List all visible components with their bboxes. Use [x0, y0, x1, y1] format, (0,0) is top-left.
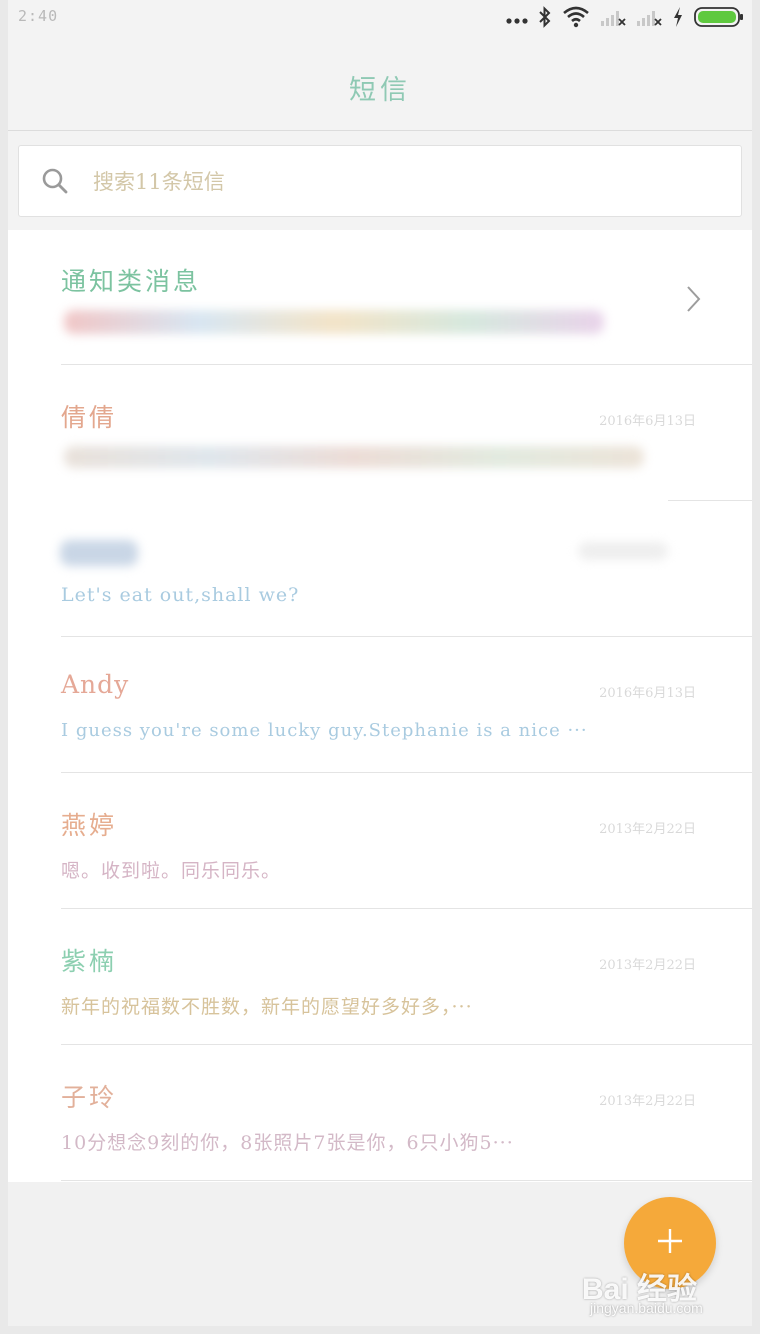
- message-date: 2013年2月22日: [599, 958, 696, 973]
- message-date: 2013年2月22日: [599, 822, 696, 837]
- watermark-url: jingyan.baidu.com: [590, 1300, 703, 1316]
- list-item[interactable]: Andy 2016年6月13日 I guess you're some luck…: [8, 638, 752, 773]
- signal-no-service-icon: [600, 7, 626, 31]
- message-preview: I guess you're some lucky guy.Stephanie …: [61, 720, 588, 741]
- contact-name: 通知类消息: [61, 267, 202, 296]
- list-item[interactable]: 倩倩 2016年6月13日: [8, 366, 752, 501]
- contact-name: 倩倩: [61, 403, 118, 432]
- more-dots-icon: [506, 10, 528, 29]
- search-bar[interactable]: [18, 145, 742, 217]
- battery-icon: [694, 6, 744, 32]
- message-date: 2016年6月13日: [599, 686, 696, 701]
- conversation-list: 通知类消息 倩倩 2016年6月13日 Let's eat out,shall …: [8, 230, 752, 1182]
- charging-icon: [672, 6, 684, 32]
- list-item[interactable]: 子玲 2013年2月22日 10分想念9刻的你，8张照片7张是你，6只小狗5··…: [8, 1046, 752, 1181]
- message-preview: 10分想念9刻的你，8张照片7张是你，6只小狗5···: [61, 1132, 514, 1154]
- contact-name: 燕婷: [61, 811, 118, 840]
- contact-name: 紫楠: [61, 947, 118, 976]
- wifi-icon: [562, 6, 590, 32]
- status-bar: 2:40: [8, 0, 752, 38]
- messages-screen: 2:40 短信 搜索11条短信 通知类消息 倩倩 2016年6月13日 Let'…: [8, 0, 752, 1326]
- message-date: 2013年2月22日: [599, 1094, 696, 1109]
- blurred-date: [578, 542, 668, 560]
- list-item-notifications[interactable]: 通知类消息: [8, 230, 752, 365]
- page-title: 短信: [349, 75, 411, 106]
- message-date: 2016年6月13日: [599, 414, 696, 429]
- baidu-watermark: Bai 经验 jingyan.baidu.com: [582, 1264, 742, 1324]
- signal-no-service-icon: [636, 7, 662, 31]
- message-preview: 嗯。收到啦。同乐同乐。: [61, 860, 282, 882]
- message-preview: 新年的祝福数不胜数，新年的愿望好多好多，···: [61, 996, 473, 1018]
- list-item[interactable]: 紫楠 2013年2月22日 新年的祝福数不胜数，新年的愿望好多好多，···: [8, 910, 752, 1045]
- blurred-preview: [64, 446, 644, 468]
- title-bar: 短信: [8, 38, 752, 131]
- blurred-preview: [64, 310, 604, 334]
- plus-icon: [655, 1226, 685, 1260]
- contact-name: 子玲: [61, 1083, 118, 1112]
- list-item[interactable]: Let's eat out,shall we?: [8, 502, 752, 637]
- blurred-contact-name: [60, 540, 138, 566]
- chevron-right-icon: [686, 285, 702, 317]
- search-icon: [41, 167, 69, 199]
- contact-name: Andy: [61, 670, 130, 699]
- list-item[interactable]: 燕婷 2013年2月22日 嗯。收到啦。同乐同乐。: [8, 774, 752, 909]
- search-input[interactable]: [91, 166, 695, 198]
- status-time: 2:40: [18, 7, 59, 25]
- message-preview: Let's eat out,shall we?: [61, 584, 300, 606]
- bluetooth-icon: [538, 6, 552, 32]
